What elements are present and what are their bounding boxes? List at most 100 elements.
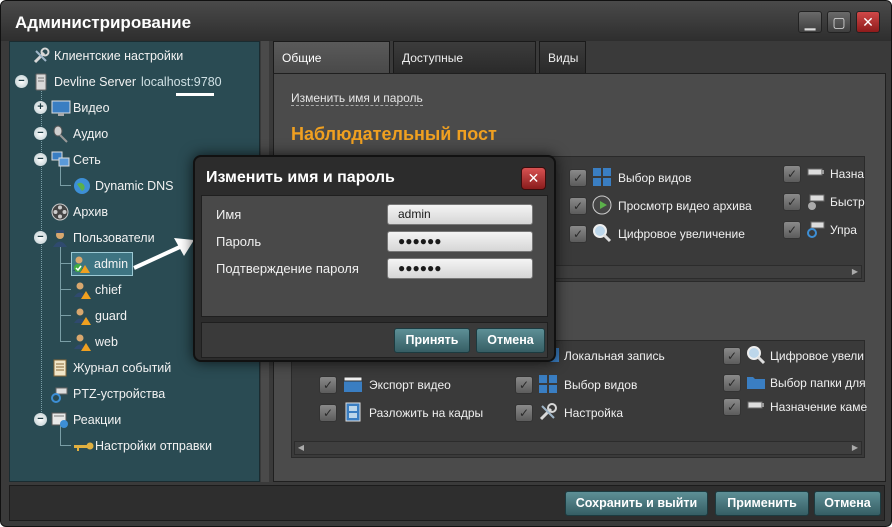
log-document-icon: [51, 359, 69, 377]
permission-label: Разложить на кадры: [369, 406, 484, 420]
tree-connector: [61, 185, 71, 186]
tree-item-client-settings[interactable]: Клиентские настройки: [32, 45, 183, 67]
permission-checkbox[interactable]: ✓: [569, 169, 587, 187]
frames-icon: [343, 402, 363, 422]
grid-views-icon: [538, 374, 558, 394]
permission-checkbox[interactable]: ✓: [723, 374, 741, 392]
tree-item-guard[interactable]: guard: [73, 305, 127, 327]
save-and-exit-button[interactable]: Сохранить и выйти: [565, 491, 708, 516]
tab-views[interactable]: Виды: [539, 41, 586, 73]
permission-checkbox[interactable]: ✓: [569, 197, 587, 215]
permission-checkbox[interactable]: ✓: [723, 398, 741, 416]
dialog-title: Изменить имя и пароль: [206, 169, 395, 186]
permission-checkbox[interactable]: ✓: [569, 225, 587, 243]
permission-label: Экспорт видео: [369, 378, 451, 392]
dialog-accept-button[interactable]: Принять: [394, 328, 470, 353]
tree-item-label: chief: [95, 283, 122, 297]
key-icon: [73, 437, 94, 455]
permission-checkbox[interactable]: ✓: [723, 347, 741, 365]
tree-item-archive[interactable]: Архив: [51, 201, 108, 223]
expand-toggle[interactable]: +: [34, 101, 47, 114]
tree-item-event-log[interactable]: Журнал событий: [51, 357, 171, 379]
tree-item-label: PTZ-устройства: [73, 387, 166, 401]
reactions-icon: [51, 411, 69, 429]
tree-connector: [61, 315, 71, 316]
scroll-left-icon[interactable]: ◀: [295, 442, 307, 454]
tab-general-settings[interactable]: Общие настройки: [273, 41, 390, 97]
camera-control-icon: [806, 219, 826, 239]
network-icon: [51, 151, 70, 169]
horizontal-scrollbar[interactable]: ◀ ▶: [294, 441, 862, 455]
permission-checkbox[interactable]: ✓: [515, 376, 533, 394]
collapse-toggle[interactable]: −: [15, 75, 28, 88]
maximize-button[interactable]: ▢: [827, 11, 851, 33]
tree-item-label: Видео: [73, 101, 110, 115]
collapse-toggle[interactable]: −: [34, 127, 47, 140]
confirm-password-field[interactable]: ●●●●●●: [387, 258, 533, 279]
tree-item-send-settings[interactable]: Настройки отправки: [73, 435, 212, 457]
permission-label: Выбор видов: [564, 378, 638, 392]
permission-label: Назначение каме: [770, 400, 868, 414]
change-credentials-link[interactable]: Изменить имя и пароль: [291, 91, 423, 106]
tree-item-reactions[interactable]: Реакции: [51, 409, 121, 431]
tree-connector: [60, 242, 61, 342]
password-label: Пароль: [216, 234, 262, 249]
name-field[interactable]: admin: [387, 204, 533, 225]
globe-icon: [73, 177, 91, 195]
server-address: localhost:9780: [140, 75, 222, 89]
tree-item-dynamic-dns[interactable]: Dynamic DNS: [73, 175, 174, 197]
user-warning-icon: [72, 255, 90, 273]
tree-item-ptz-devices[interactable]: PTZ-устройства: [51, 383, 165, 405]
pointer-arrow-icon: [133, 238, 194, 270]
permission-checkbox[interactable]: ✓: [319, 376, 337, 394]
collapse-toggle[interactable]: −: [34, 153, 47, 166]
permission-label: Цифровое увеличение: [618, 227, 745, 241]
dialog-form: Имя admin Пароль ●●●●●● Подтверждение па…: [201, 195, 548, 317]
tree-item-web[interactable]: web: [73, 331, 118, 353]
scroll-right-icon[interactable]: ▶: [849, 266, 861, 278]
tree-item-label: guard: [95, 309, 127, 323]
user-warning-icon: [73, 333, 91, 351]
permission-checkbox[interactable]: ✓: [783, 221, 801, 239]
confirm-password-label: Подтверждение пароля: [216, 261, 359, 276]
tree-item-label: Dynamic DNS: [95, 179, 174, 193]
film-reel-icon: [51, 203, 69, 221]
dialog-close-button[interactable]: ✕: [521, 167, 546, 190]
permission-checkbox[interactable]: ✓: [319, 404, 337, 422]
password-field[interactable]: ●●●●●●: [387, 231, 533, 252]
apply-button[interactable]: Применить: [715, 491, 809, 516]
tree-item-audio[interactable]: Аудио: [51, 123, 108, 145]
minimize-button[interactable]: ▁: [798, 11, 822, 33]
admin-window: Администрирование ▁ ▢ ✕ Клиентские настр…: [0, 0, 892, 527]
permission-checkbox[interactable]: ✓: [515, 404, 533, 422]
close-window-button[interactable]: ✕: [856, 11, 880, 33]
title-bar[interactable]: Администрирование ▁ ▢ ✕: [1, 1, 891, 41]
permission-label: Упра: [830, 223, 857, 237]
bottom-button-bar: Сохранить и выйти Применить Отмена: [9, 485, 885, 521]
collapse-toggle[interactable]: −: [34, 413, 47, 426]
tree-item-label: Настройки отправки: [95, 439, 212, 453]
tree-item-label: Аудио: [73, 127, 109, 141]
permission-label: Просмотр видео архива: [618, 199, 752, 213]
permission-checkbox[interactable]: ✓: [783, 165, 801, 183]
tree-item-label: Клиентские настройки: [54, 49, 184, 63]
tree-connector: [61, 289, 71, 290]
tree-item-label: admin: [94, 257, 129, 271]
tree-item-label: Реакции: [73, 413, 122, 427]
tree-item-devline-server[interactable]: Devline Server localhost:9780: [32, 71, 222, 93]
change-credentials-dialog: Изменить имя и пароль ✕ Имя admin Пароль…: [193, 155, 556, 362]
clapper-icon: [343, 374, 363, 394]
tree-item-admin[interactable]: admin: [70, 252, 134, 276]
cancel-button[interactable]: Отмена: [814, 491, 881, 516]
window-title: Администрирование: [15, 13, 192, 32]
collapse-toggle[interactable]: −: [34, 231, 47, 244]
permission-label: Назна: [830, 167, 865, 181]
tree-item-network[interactable]: Сеть: [51, 149, 101, 171]
scroll-right-icon[interactable]: ▶: [849, 442, 861, 454]
permission-checkbox[interactable]: ✓: [783, 193, 801, 211]
tree-item-chief[interactable]: chief: [73, 279, 121, 301]
tab-available-devices[interactable]: Доступные устройства: [393, 41, 536, 97]
monitor-icon: [51, 99, 71, 117]
tree-item-video[interactable]: Видео: [51, 97, 110, 119]
dialog-cancel-button[interactable]: Отмена: [476, 328, 545, 353]
